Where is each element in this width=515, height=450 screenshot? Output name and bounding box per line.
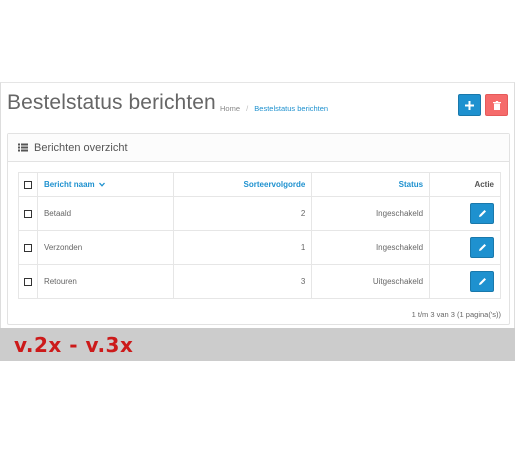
column-header-actie: Actie: [429, 172, 501, 197]
row-status: Uitgeschakeld: [311, 264, 431, 299]
edit-button[interactable]: [470, 203, 494, 224]
messages-panel: Berichten overzicht Bericht naam Sorteer…: [7, 133, 510, 325]
select-all-checkbox[interactable]: [23, 180, 32, 189]
row-checkbox[interactable]: [23, 243, 32, 252]
admin-frame: Bestelstatus berichten Home / Bestelstat…: [0, 82, 515, 328]
table-header-row: Bericht naam Sorteervolgorde Status Acti…: [18, 172, 501, 197]
panel-heading: Berichten overzicht: [8, 134, 509, 162]
row-check-cell: [18, 230, 38, 265]
pagination-text: 1 t/m 3 van 3 (1 pagina('s)): [411, 310, 501, 319]
panel-title: Berichten overzicht: [34, 141, 128, 154]
breadcrumb-home[interactable]: Home: [220, 104, 240, 113]
column-header-name[interactable]: Bericht naam: [36, 172, 174, 197]
row-name: Retouren: [36, 264, 174, 299]
row-actie: [429, 230, 501, 265]
row-check-cell: [18, 196, 38, 231]
chevron-down-icon: [98, 182, 105, 188]
add-button[interactable]: [458, 94, 481, 116]
row-checkbox[interactable]: [23, 277, 32, 286]
table-row: Betaald 2 Ingeschakeld: [18, 196, 501, 231]
row-status: Ingeschakeld: [311, 196, 431, 231]
row-status: Ingeschakeld: [311, 230, 431, 265]
version-banner: v.2x - v.3x: [0, 328, 515, 361]
breadcrumb-current[interactable]: Bestelstatus berichten: [254, 104, 328, 113]
page-header: Bestelstatus berichten Home / Bestelstat…: [1, 83, 514, 127]
row-check-cell: [18, 264, 38, 299]
table-row: Retouren 3 Uitgeschakeld: [18, 264, 501, 299]
edit-button[interactable]: [470, 237, 494, 258]
plus-icon: [465, 100, 474, 110]
pencil-icon: [479, 278, 486, 285]
trash-icon: [492, 100, 501, 110]
table-row: Verzonden 1 Ingeschakeld: [18, 230, 501, 265]
list-icon: [18, 143, 28, 152]
row-sort: 3: [172, 264, 313, 299]
row-name: Verzonden: [36, 230, 174, 265]
select-all-cell: [18, 172, 38, 197]
row-actie: [429, 196, 501, 231]
page-title: Bestelstatus berichten: [7, 91, 216, 114]
row-checkbox[interactable]: [23, 209, 32, 218]
row-name: Betaald: [36, 196, 174, 231]
pencil-icon: [479, 210, 486, 217]
version-label: v.2x - v.3x: [14, 333, 134, 357]
breadcrumb-separator: /: [246, 104, 249, 113]
column-header-sort[interactable]: Sorteervolgorde: [172, 172, 313, 197]
column-label-name: Bericht naam: [43, 180, 95, 189]
column-header-status[interactable]: Status: [311, 172, 431, 197]
row-actie: [429, 264, 501, 299]
messages-table: Bericht naam Sorteervolgorde Status Acti…: [18, 172, 501, 299]
row-sort: 1: [172, 230, 313, 265]
delete-button[interactable]: [485, 94, 508, 116]
row-sort: 2: [172, 196, 313, 231]
pencil-icon: [479, 244, 486, 251]
breadcrumb: Home / Bestelstatus berichten: [220, 104, 328, 113]
edit-button[interactable]: [470, 271, 494, 292]
